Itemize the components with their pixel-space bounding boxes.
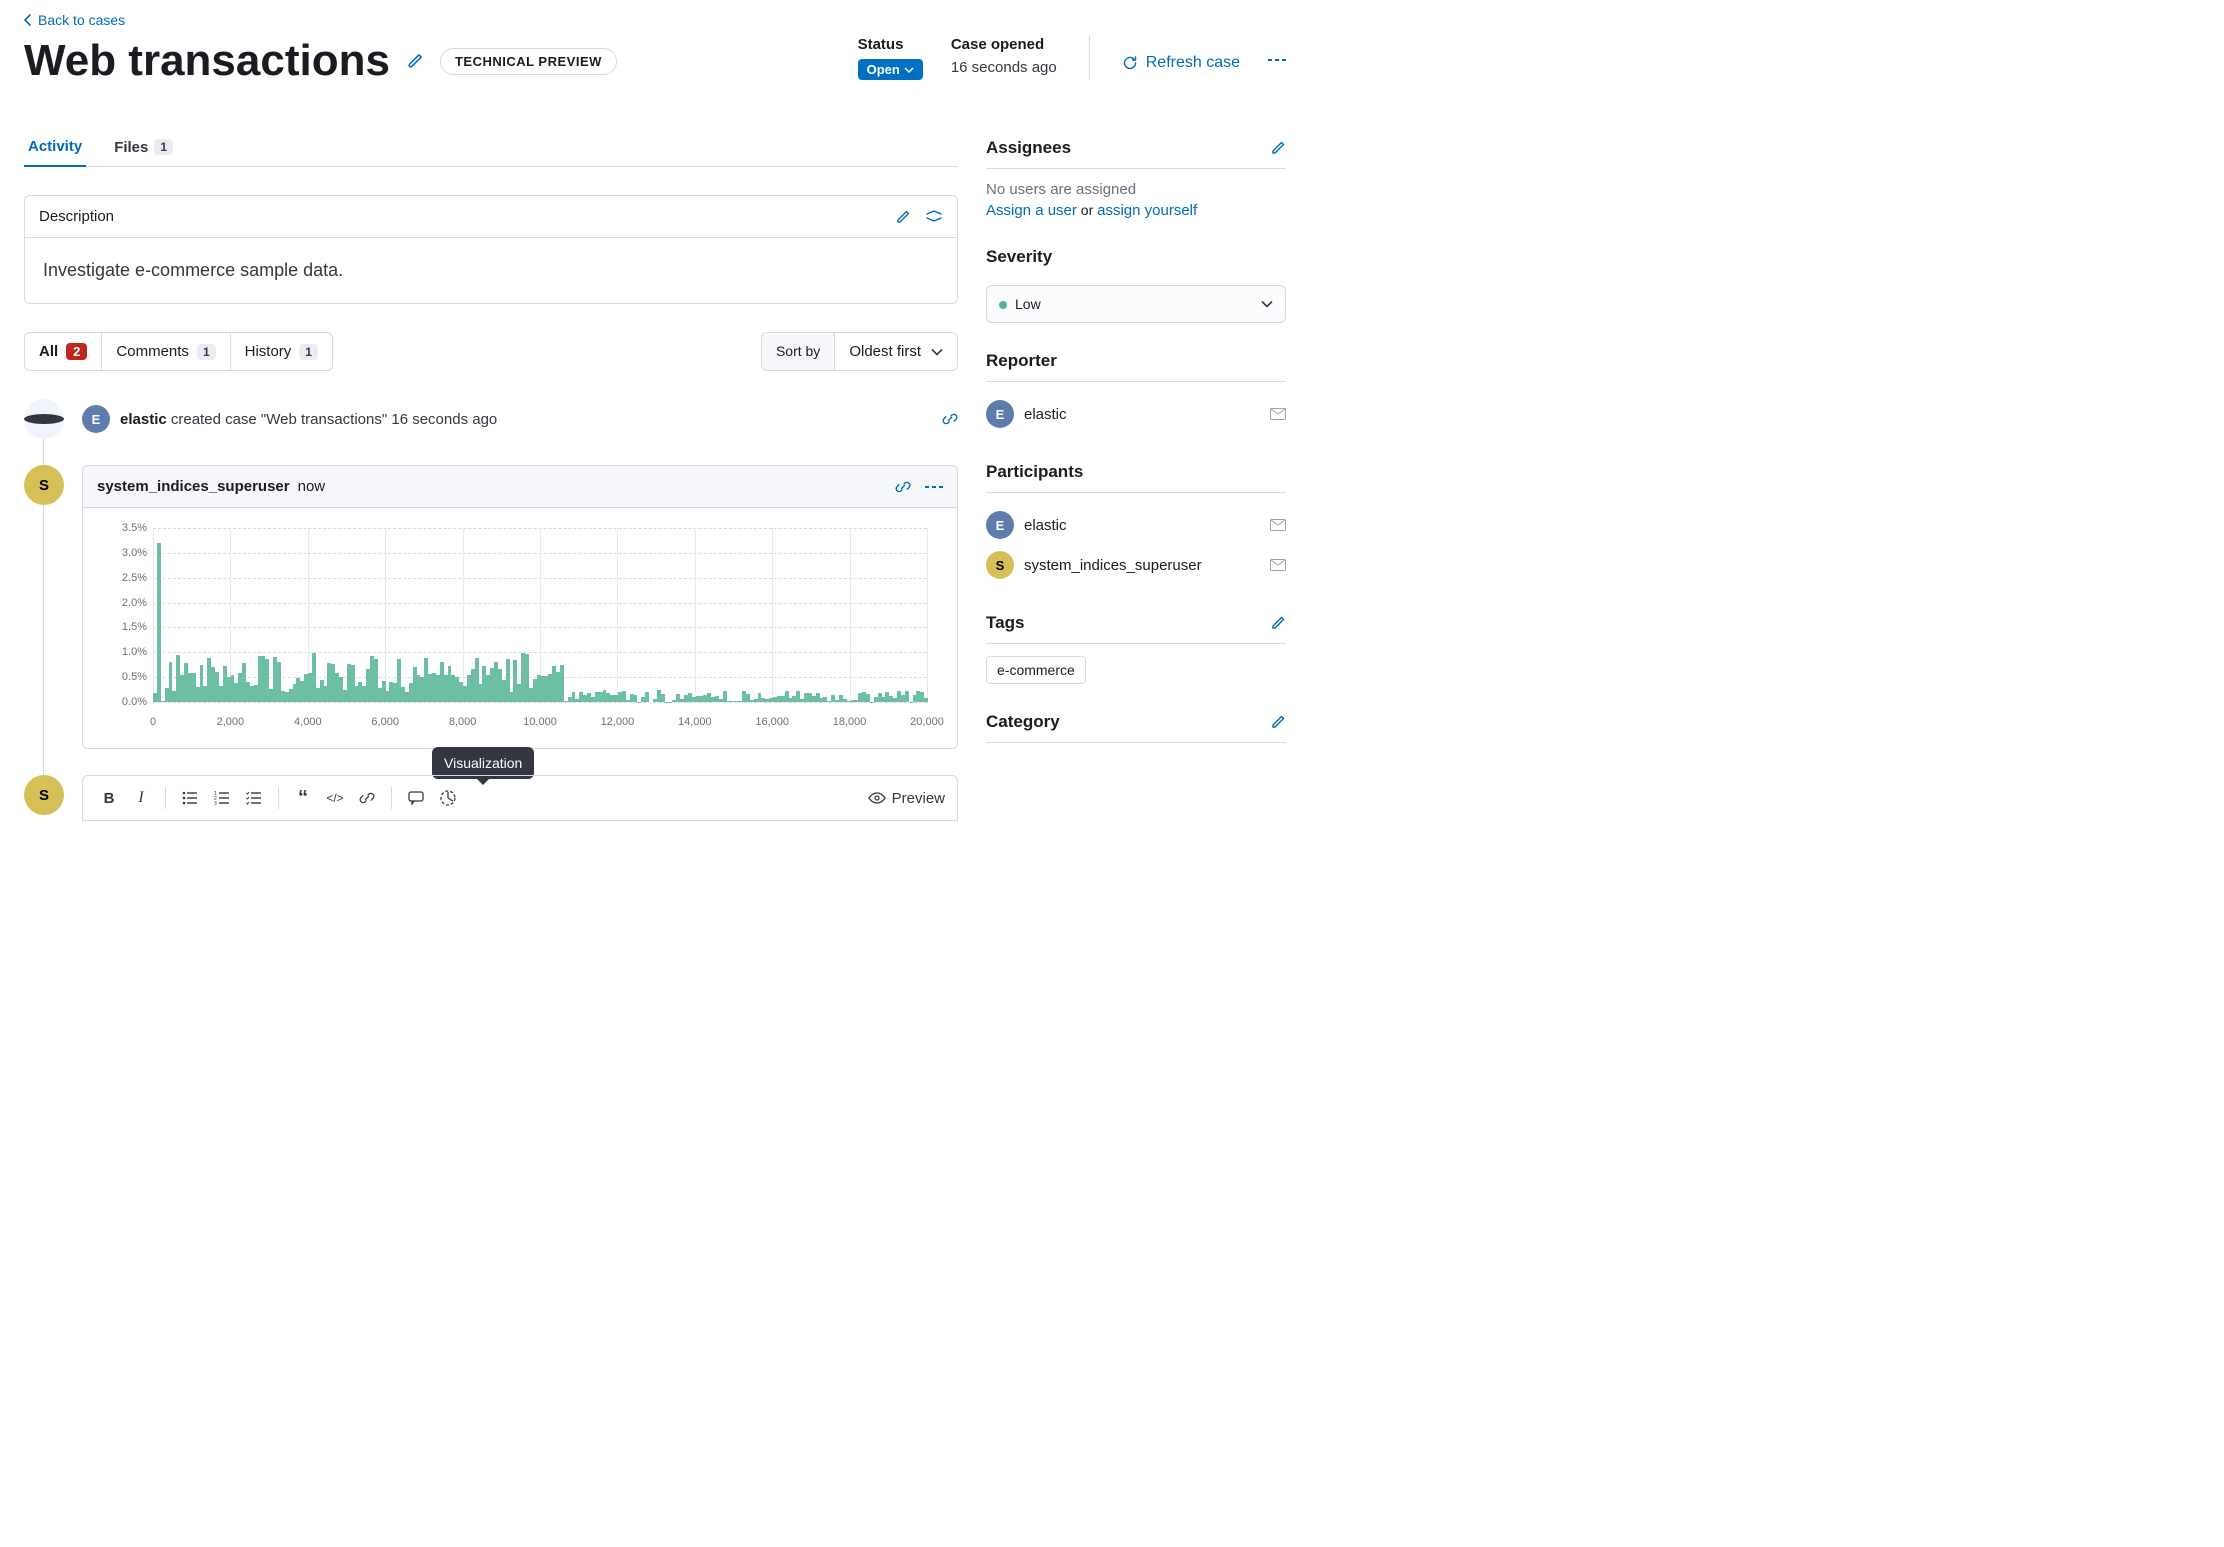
category-title: Category xyxy=(986,712,1060,732)
assign-user-link[interactable]: Assign a user xyxy=(986,202,1077,219)
sort-by-label: Sort by xyxy=(762,333,835,370)
description-body: Investigate e-commerce sample data. xyxy=(25,238,957,303)
collapse-description-button[interactable] xyxy=(925,209,943,225)
more-actions-button[interactable] xyxy=(1268,36,1286,62)
avatar: S xyxy=(24,465,64,505)
case-opened-value: 16 seconds ago xyxy=(951,59,1057,76)
numbered-list-button[interactable]: 123 xyxy=(208,784,236,812)
edit-description-button[interactable] xyxy=(895,209,911,225)
quote-button[interactable]: “ xyxy=(289,784,317,812)
tab-files[interactable]: Files 1 xyxy=(110,138,177,166)
bullet-list-button[interactable] xyxy=(176,784,204,812)
participant-row: E elastic xyxy=(986,505,1286,545)
mail-icon[interactable] xyxy=(1270,408,1286,420)
edit-category-button[interactable] xyxy=(1270,714,1286,730)
avatar: E xyxy=(986,400,1014,428)
copy-link-button[interactable] xyxy=(942,411,958,427)
refresh-case-button[interactable]: Refresh case xyxy=(1122,36,1240,72)
activity-filter-group: All 2 Comments 1 History 1 xyxy=(24,332,333,371)
timeline-dot xyxy=(24,399,64,439)
severity-dropdown[interactable]: Low xyxy=(986,285,1286,323)
preview-button[interactable]: Preview xyxy=(868,790,945,807)
sort-dropdown[interactable]: Oldest first xyxy=(835,333,957,370)
comment-time: now xyxy=(298,478,326,495)
page-title: Web transactions xyxy=(24,36,390,86)
avatar: S xyxy=(986,551,1014,579)
reporter-row: E elastic xyxy=(986,394,1286,434)
back-to-cases-label: Back to cases xyxy=(38,12,125,28)
comment-card: system_indices_superuser now 0.0%0.5%1.0… xyxy=(82,465,958,749)
assign-yourself-link[interactable]: assign yourself xyxy=(1097,202,1197,219)
tab-activity[interactable]: Activity xyxy=(24,138,86,167)
comment-more-button[interactable] xyxy=(925,485,943,489)
mail-icon[interactable] xyxy=(1270,559,1286,571)
assignees-title: Assignees xyxy=(986,138,1071,158)
edit-title-button[interactable] xyxy=(406,52,424,70)
filter-comments-button[interactable]: Comments 1 xyxy=(102,333,230,370)
timeline-entry-text: elastic created case "Web transactions" … xyxy=(120,411,497,428)
bold-button[interactable]: B xyxy=(95,784,123,812)
chart[interactable]: 0.0%0.5%1.0%1.5%2.0%2.5%3.0%3.5%02,0004,… xyxy=(153,528,927,728)
link-button[interactable] xyxy=(353,784,381,812)
copy-link-button[interactable] xyxy=(895,479,911,495)
severity-title: Severity xyxy=(986,247,1052,267)
status-dropdown[interactable]: Open xyxy=(858,59,923,80)
italic-button[interactable]: I xyxy=(127,784,155,812)
comment-editor-toolbar: B I 123 “ </> xyxy=(82,775,958,821)
files-count-badge: 1 xyxy=(154,139,173,155)
description-panel: Description Investigate e-commerce sampl… xyxy=(24,195,958,304)
edit-assignees-button[interactable] xyxy=(1270,140,1286,156)
technical-preview-badge: TECHNICAL PREVIEW xyxy=(440,48,617,75)
filter-all-button[interactable]: All 2 xyxy=(25,333,102,370)
comment-icon-button[interactable] xyxy=(402,784,430,812)
assignees-none-text: No users are assigned xyxy=(986,181,1286,198)
avatar: E xyxy=(986,511,1014,539)
description-label: Description xyxy=(39,208,114,225)
participant-row: S system_indices_superuser xyxy=(986,545,1286,585)
comment-author: system_indices_superuser xyxy=(97,478,290,495)
tag-chip[interactable]: e-commerce xyxy=(986,656,1086,684)
avatar: S xyxy=(24,775,64,815)
case-opened-label: Case opened xyxy=(951,36,1057,53)
svg-text:3: 3 xyxy=(214,801,217,805)
edit-tags-button[interactable] xyxy=(1270,615,1286,631)
filter-history-button[interactable]: History 1 xyxy=(231,333,332,370)
code-button[interactable]: </> xyxy=(321,784,349,812)
checklist-button[interactable] xyxy=(240,784,268,812)
participants-title: Participants xyxy=(986,462,1083,482)
filter-all-count: 2 xyxy=(66,343,87,360)
filter-history-count: 1 xyxy=(299,344,318,360)
tags-title: Tags xyxy=(986,613,1024,633)
back-to-cases-link[interactable]: Back to cases xyxy=(24,0,1286,32)
mail-icon[interactable] xyxy=(1270,519,1286,531)
filter-comments-count: 1 xyxy=(197,344,216,360)
visualization-button[interactable] xyxy=(434,784,462,812)
avatar: E xyxy=(82,405,110,433)
status-label: Status xyxy=(858,36,923,53)
reporter-title: Reporter xyxy=(986,351,1057,371)
